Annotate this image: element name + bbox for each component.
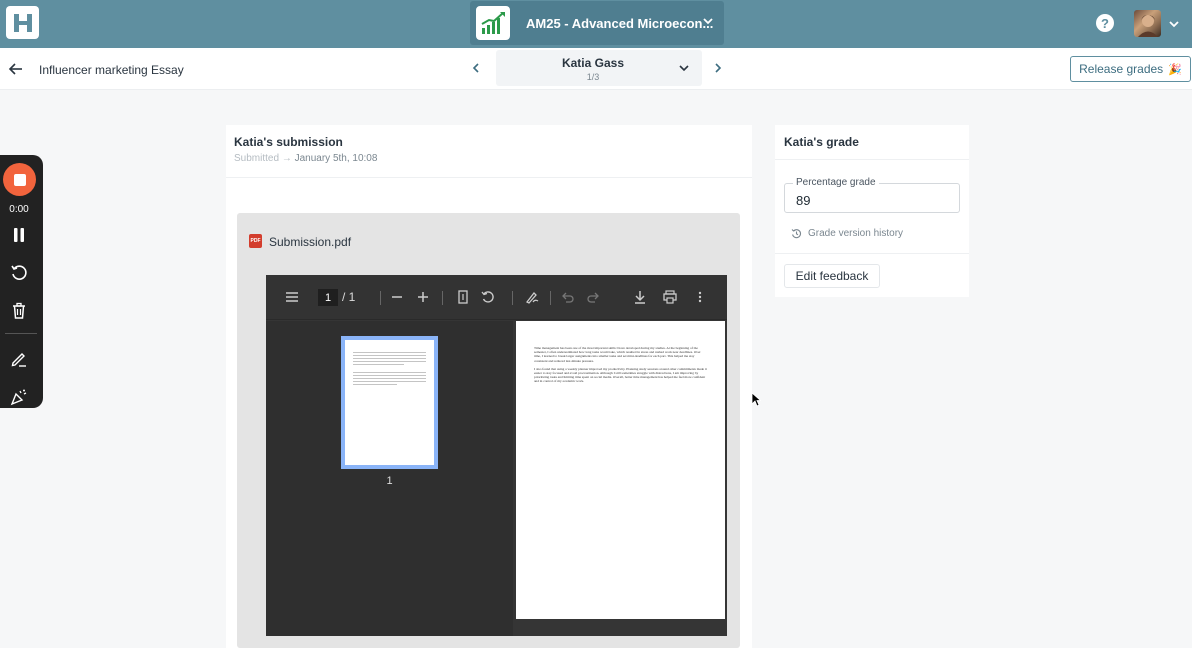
divider <box>226 177 752 178</box>
assignment-header: Influencer marketing Essay Katia Gass 1/… <box>0 48 1192 90</box>
toolbar-divider <box>5 333 37 334</box>
thumbnail-pane: 1 <box>266 321 513 636</box>
pdf-viewer: 1 / 1 1 Time management has been one of … <box>266 275 727 636</box>
chart-growth-icon <box>481 12 505 34</box>
undo-icon[interactable] <box>560 289 574 305</box>
history-icon <box>791 229 802 239</box>
divider <box>775 159 969 160</box>
student-name: Katia Gass <box>561 56 625 70</box>
assignment-title: Influencer marketing Essay <box>39 63 184 77</box>
trash-icon <box>13 302 25 319</box>
file-name[interactable]: Submission.pdf <box>269 235 351 249</box>
grade-panel: Katia's grade Percentage grade 89 Grade … <box>775 125 969 297</box>
download-icon[interactable] <box>632 289 648 305</box>
divider <box>775 253 969 254</box>
pause-icon <box>14 228 24 242</box>
pdf-paragraph: I also found that using a weekly planner… <box>534 366 707 384</box>
grade-version-history-link[interactable]: Grade version history <box>791 228 903 239</box>
logo-icon <box>13 13 32 32</box>
mouse-cursor-icon <box>751 392 761 407</box>
submission-title: Katia's submission <box>234 135 343 149</box>
submission-date: January 5th, 10:08 <box>294 153 378 164</box>
pdf-toolbar: 1 / 1 <box>266 275 727 320</box>
annotate-button[interactable] <box>9 349 29 369</box>
thumbnail-page-number: 1 <box>386 475 393 487</box>
zoom-out-icon[interactable] <box>390 289 404 305</box>
percentage-grade-input[interactable]: Percentage grade 89 <box>784 177 960 213</box>
delete-recording-button[interactable] <box>9 301 29 321</box>
print-icon[interactable] <box>662 289 678 305</box>
grade-field-label: Percentage grade <box>793 177 879 188</box>
avatar[interactable] <box>1134 10 1161 37</box>
release-grades-button[interactable]: Release grades 🎉 <box>1070 56 1191 82</box>
pencil-icon <box>11 353 26 367</box>
arrow-right-icon: → <box>281 153 295 164</box>
grade-value: 89 <box>796 193 811 208</box>
party-popper-icon: 🎉 <box>1168 63 1182 76</box>
redo-icon[interactable] <box>586 289 600 305</box>
page-thumbnail[interactable] <box>341 336 438 469</box>
student-switcher[interactable]: Katia Gass 1/3 <box>496 50 702 86</box>
submission-meta: Submitted → January 5th, 10:08 <box>234 153 377 164</box>
toolbar-divider <box>512 291 513 305</box>
pdf-page: Time management has been one of the most… <box>516 321 725 619</box>
fit-page-icon[interactable] <box>456 289 470 305</box>
pdf-paragraph: Time management has been one of the most… <box>534 346 701 363</box>
student-position: 1/3 <box>586 72 600 82</box>
previous-student-button[interactable] <box>470 62 482 74</box>
edit-feedback-button[interactable]: Edit feedback <box>784 264 880 288</box>
effects-button[interactable] <box>9 387 29 407</box>
grade-title: Katia's grade <box>784 135 859 149</box>
stop-recording-button[interactable] <box>3 163 36 196</box>
course-switcher[interactable]: AM25 - Advanced Microecon... <box>470 1 724 45</box>
confetti-icon <box>10 389 27 406</box>
pdf-file-icon: PDF <box>249 234 262 248</box>
course-thumbnail <box>476 6 510 40</box>
page-number-input[interactable]: 1 <box>318 289 338 306</box>
help-icon[interactable]: ? <box>1096 14 1114 32</box>
release-grades-label: Release grades <box>1079 62 1164 76</box>
recording-timer: 0:00 <box>9 204 29 215</box>
more-options-icon[interactable] <box>694 289 706 305</box>
rotate-icon[interactable] <box>480 289 496 305</box>
annotation-pen-icon[interactable] <box>524 289 540 305</box>
menu-icon[interactable] <box>284 289 300 305</box>
pause-button[interactable] <box>9 225 29 245</box>
page-total: / 1 <box>342 290 356 304</box>
zoom-in-icon[interactable] <box>416 289 430 305</box>
next-student-button[interactable] <box>712 62 724 74</box>
course-title: AM25 - Advanced Microecon... <box>526 15 714 31</box>
file-card: PDF Submission.pdf 1 / 1 1 Time manageme… <box>237 213 740 648</box>
toolbar-divider <box>442 291 443 305</box>
app-logo[interactable] <box>6 6 39 39</box>
restart-icon <box>11 265 27 280</box>
history-label: Grade version history <box>808 228 904 239</box>
restart-button[interactable] <box>9 263 29 283</box>
submission-status: Submitted <box>234 153 280 164</box>
recording-toolbar: 0:00 <box>0 155 43 408</box>
submission-panel: Katia's submission Submitted → January 5… <box>226 125 752 648</box>
chevron-down-icon <box>703 18 713 25</box>
back-arrow-icon[interactable] <box>8 61 24 77</box>
toolbar-divider <box>550 291 551 305</box>
toolbar-divider <box>380 291 381 305</box>
stop-icon <box>13 173 26 186</box>
avatar-photo <box>1138 15 1158 37</box>
top-navigation-bar: AM25 - Advanced Microecon... ? <box>0 0 1192 48</box>
chevron-down-icon[interactable] <box>1168 18 1180 30</box>
chevron-down-icon <box>679 65 689 72</box>
